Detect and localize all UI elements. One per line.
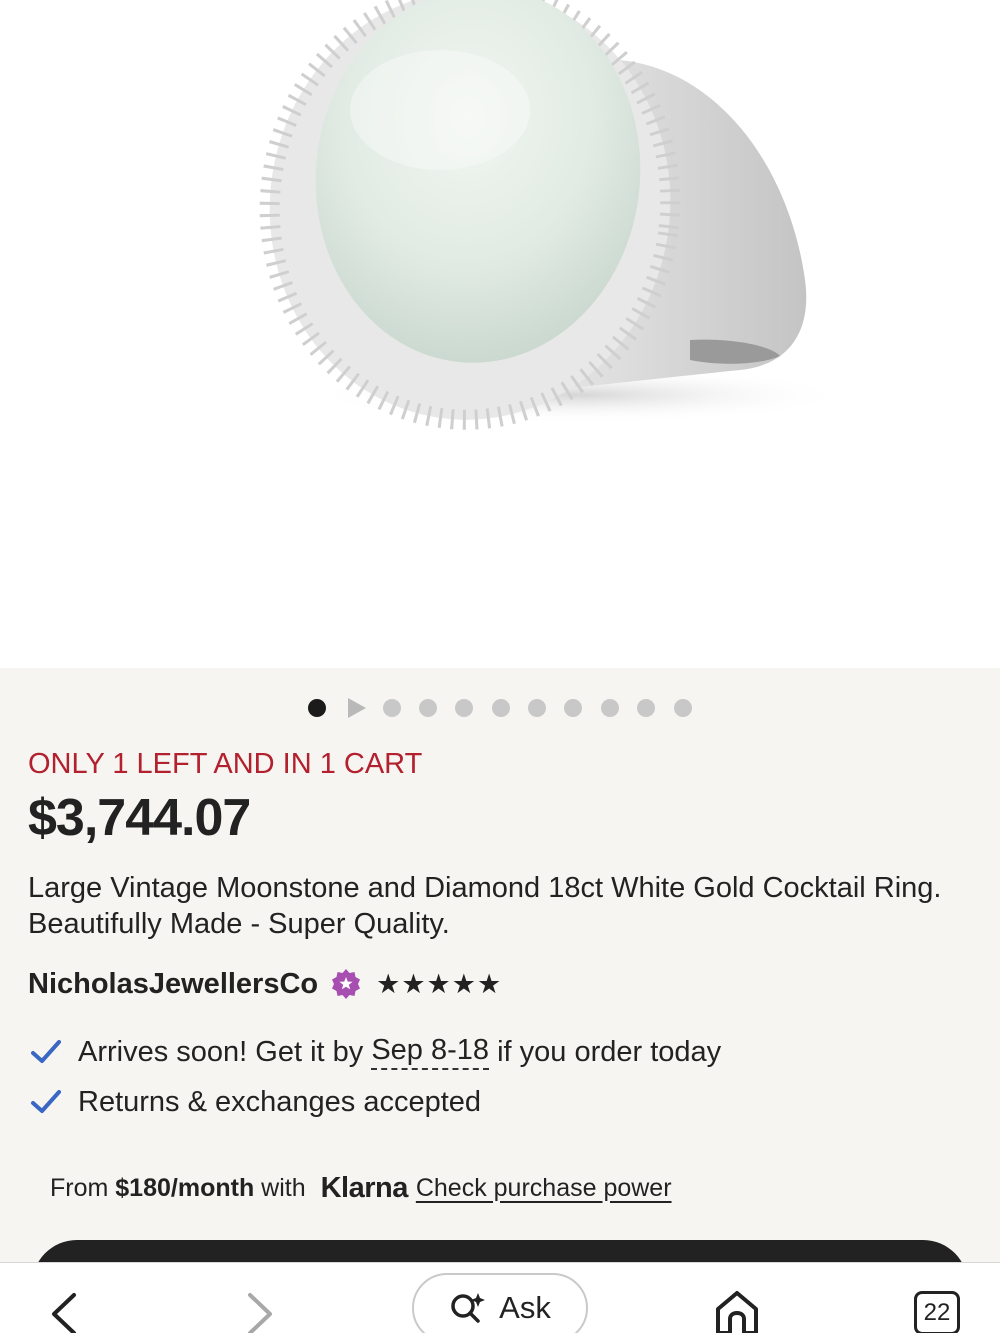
gallery-dot[interactable] [564, 699, 582, 717]
arrival-date[interactable]: Sep 8-18 [371, 1034, 490, 1070]
financing-prefix: From [50, 1173, 116, 1202]
back-arrow-icon[interactable] [44, 1291, 84, 1333]
klarna-logo: Klarna [320, 1171, 409, 1204]
ask-button[interactable]: Ask [412, 1273, 588, 1333]
gallery-pagination [0, 696, 1000, 720]
financing-middle: with [254, 1173, 313, 1202]
gallery-dot[interactable] [492, 699, 510, 717]
ask-label: Ask [499, 1290, 551, 1325]
returns-perk: Returns & exchanges accepted [28, 1082, 481, 1122]
arrival-perk: Arrives soon! Get it by Sep 8-18 if you … [28, 1032, 721, 1072]
gallery-dot[interactable] [637, 699, 655, 717]
forward-arrow-icon[interactable] [240, 1291, 280, 1333]
gallery-dot[interactable] [419, 699, 437, 717]
check-icon [31, 1040, 61, 1063]
stock-notice: ONLY 1 LEFT AND IN 1 CART [28, 748, 423, 780]
gallery-dot[interactable] [674, 699, 692, 717]
star-seller-icon [332, 969, 361, 999]
check-purchase-power-link[interactable]: Check purchase power [416, 1174, 672, 1203]
product-image[interactable] [0, 0, 1000, 668]
gallery-dot[interactable] [528, 699, 546, 717]
gallery-dot[interactable] [383, 699, 401, 717]
video-play-icon[interactable] [348, 698, 366, 718]
returns-text: Returns & exchanges accepted [78, 1085, 482, 1118]
tab-switcher-button[interactable]: 22 [914, 1291, 960, 1333]
browser-toolbar: Ask 22 [0, 1262, 1000, 1333]
seller-name[interactable]: NicholasJewellersCo [28, 968, 318, 1001]
financing-amount: $180/month [115, 1173, 255, 1202]
seller-row[interactable]: NicholasJewellersCo ★★★★★ [28, 966, 502, 1002]
klarna-financing: From $180/month with Klarna Check purcha… [50, 1168, 672, 1208]
ask-sparkle-search-icon [451, 1293, 486, 1323]
seller-rating-stars: ★★★★★ [376, 968, 503, 999]
gallery-dot[interactable] [455, 699, 473, 717]
gallery-dot[interactable] [308, 699, 326, 717]
home-icon[interactable] [712, 1287, 762, 1333]
product-title: Large Vintage Moonstone and Diamond 18ct… [28, 872, 942, 940]
product-price: $3,744.07 [28, 789, 251, 847]
ring-illustration [259, 0, 850, 430]
check-icon [31, 1090, 61, 1113]
arrival-prefix: Arrives soon! Get it by [78, 1035, 372, 1068]
arrival-suffix: if you order today [489, 1035, 722, 1068]
gallery-dot[interactable] [601, 699, 619, 717]
